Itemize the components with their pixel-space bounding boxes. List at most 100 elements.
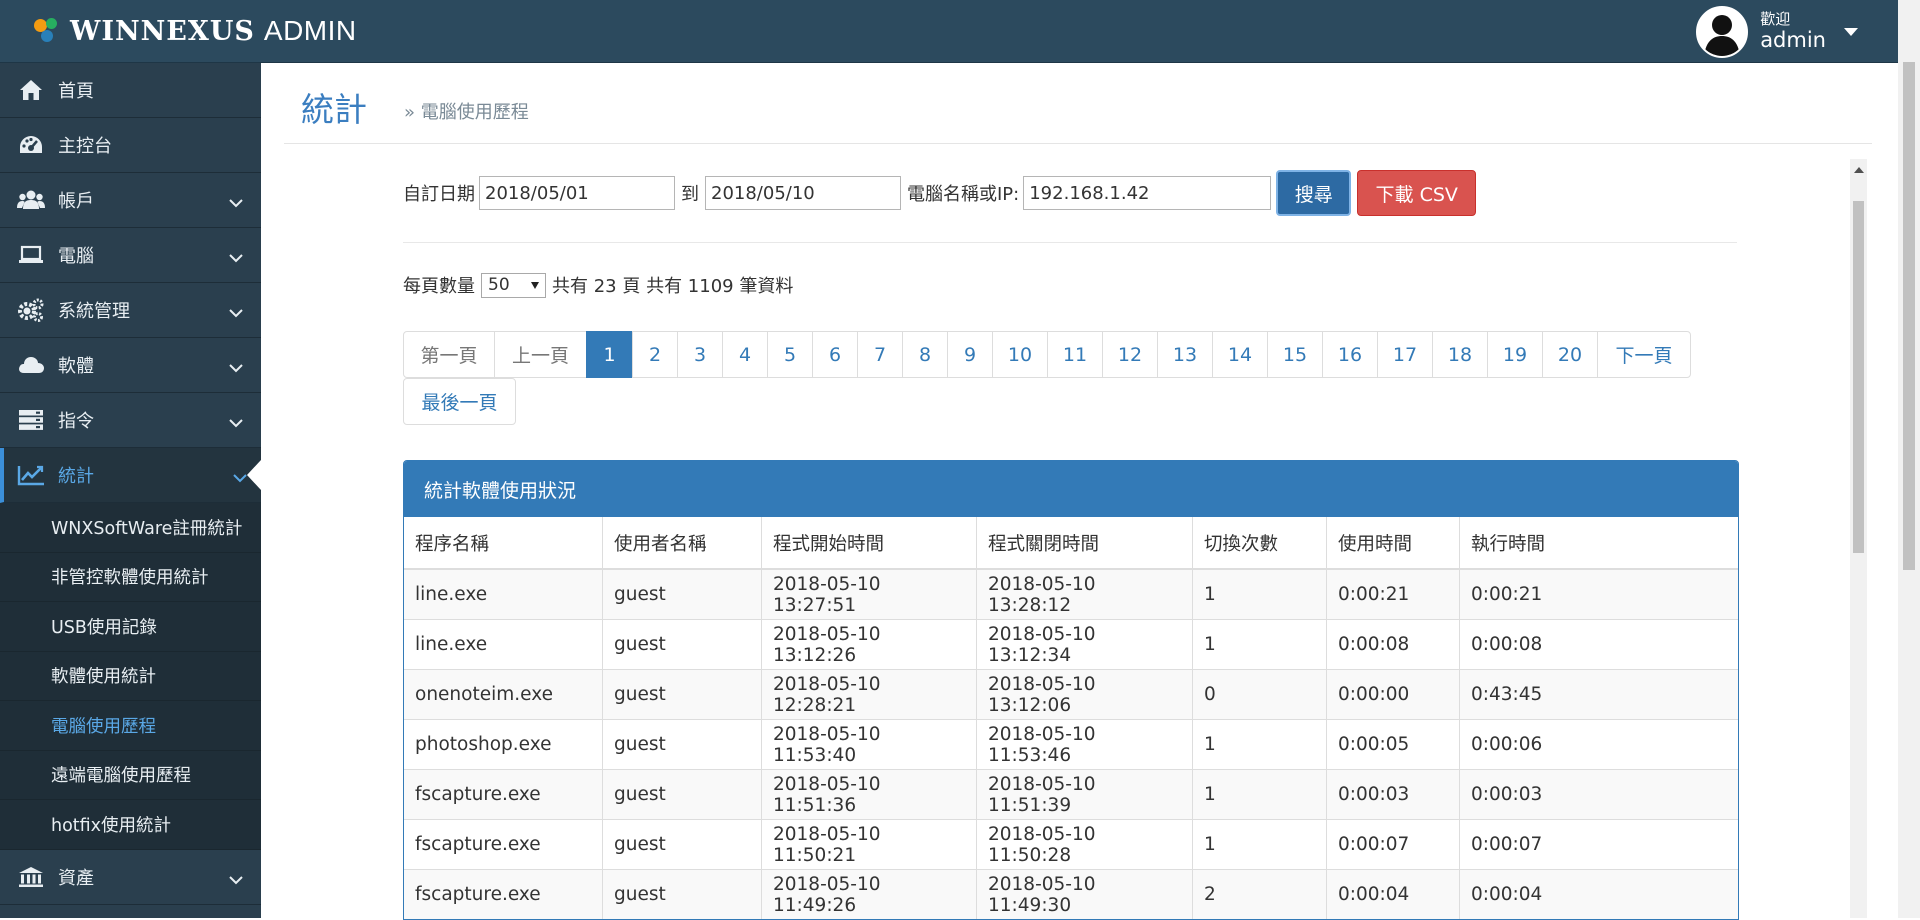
user-menu-caret-icon[interactable] <box>1844 27 1858 36</box>
table-cell: 1 <box>1192 769 1327 820</box>
next-page-link[interactable]: 下一頁 <box>1597 331 1691 378</box>
table-cell: 0:00:03 <box>1326 769 1460 820</box>
submenu-item-current[interactable]: 電腦使用歷程 <box>0 701 261 751</box>
user-menu[interactable]: 歡迎 admin <box>1696 3 1858 60</box>
table-row: fscapture.exe guest 2018-05-10 11:50:21 … <box>404 819 1738 870</box>
table-cell: 0:00:04 <box>1459 869 1738 919</box>
dashboard-icon <box>16 132 46 158</box>
table-cell: fscapture.exe <box>404 869 603 919</box>
pc-input[interactable]: 192.168.1.42 <box>1023 176 1272 210</box>
prev-page-link[interactable]: 上一頁 <box>494 331 587 378</box>
date-from-input[interactable]: 2018/05/01 <box>479 176 675 210</box>
sidebar-item-software[interactable]: 軟體 <box>0 338 261 393</box>
sidebar-item-system[interactable]: 系統管理 <box>0 283 261 338</box>
submenu-item[interactable]: 遠端電腦使用歷程 <box>0 751 261 800</box>
table-cell: 0:00:00 <box>1326 669 1460 720</box>
page-link[interactable]: 20 <box>1542 331 1598 378</box>
scrollbar-thumb[interactable] <box>1853 201 1864 553</box>
filter-form: 自訂日期 2018/05/01 到 2018/05/10 電腦名稱或IP: 19… <box>403 170 1477 216</box>
sidebar-item-label: 指令 <box>58 411 94 432</box>
submenu-item[interactable]: 非管控軟體使用統計 <box>0 553 261 602</box>
page-link[interactable]: 17 <box>1377 331 1433 378</box>
table-cell: guest <box>602 619 762 670</box>
submenu-item[interactable]: 軟體使用統計 <box>0 652 261 701</box>
column-header[interactable]: 程式關閉時間 <box>976 517 1193 570</box>
first-page-link[interactable]: 第一頁 <box>403 331 495 378</box>
column-header[interactable]: 切換次數 <box>1192 517 1327 570</box>
panel-scrollbar[interactable] <box>1850 159 1867 918</box>
page-link[interactable]: 2 <box>632 331 678 378</box>
welcome-text: 歡迎 <box>1760 10 1791 28</box>
sidebar-item-commands[interactable]: 指令 <box>0 393 261 448</box>
laptop-icon <box>16 242 46 268</box>
sidebar-item-label: 帳戶 <box>58 191 94 212</box>
date-to-input[interactable]: 2018/05/10 <box>705 176 901 210</box>
table-cell: 0:00:08 <box>1326 619 1460 670</box>
submenu-item[interactable]: USB使用記錄 <box>0 602 261 652</box>
page-link[interactable]: 12 <box>1102 331 1158 378</box>
usage-table: 程序名稱 使用者名稱 程式開始時間 程式關閉時間 切換次數 使用時間 執行時間 … <box>404 517 1738 919</box>
pagination: 第一頁 上一頁 1 2 3 4 5 6 7 8 9 10 11 12 13 14… <box>403 331 1743 425</box>
page-link[interactable]: 15 <box>1267 331 1323 378</box>
page-header: 統計 » 電腦使用歷程 <box>284 63 1872 144</box>
table-cell: 2018-05-10 11:53:46 <box>976 719 1193 770</box>
page-link[interactable]: 5 <box>767 331 813 378</box>
sidebar-item-computers[interactable]: 電腦 <box>0 228 261 283</box>
sidebar-item-label: 資產 <box>58 867 94 889</box>
username-text: admin <box>1760 28 1826 52</box>
to-label: 到 <box>681 184 699 205</box>
column-header[interactable]: 程式開始時間 <box>761 517 977 570</box>
page-link[interactable]: 7 <box>857 331 903 378</box>
sidebar-item-assets[interactable]: 資產 <box>0 850 261 905</box>
table-cell: line.exe <box>404 619 603 670</box>
table-cell: 2018-05-10 13:28:12 <box>976 568 1193 620</box>
usage-table-panel: 統計軟體使用狀況 程序名稱 使用者名稱 程式開始時間 程式關閉時間 切換次數 使… <box>403 460 1739 920</box>
page-link[interactable]: 9 <box>947 331 993 378</box>
page-link[interactable]: 8 <box>902 331 948 378</box>
page-link[interactable]: 14 <box>1212 331 1268 378</box>
sidebar-item-label: 主控台 <box>58 136 112 157</box>
page-link[interactable]: 16 <box>1322 331 1378 378</box>
submenu-item[interactable]: WNXSoftWare註冊統計 <box>0 503 261 553</box>
page-scrollbar[interactable] <box>1898 0 1920 918</box>
chevron-down-icon <box>229 357 243 378</box>
page-link[interactable]: 13 <box>1157 331 1213 378</box>
page-link[interactable]: 11 <box>1047 331 1103 378</box>
sidebar-item-accounts[interactable]: 帳戶 <box>0 173 261 228</box>
page-link[interactable]: 18 <box>1432 331 1488 378</box>
table-cell: 2018-05-10 11:50:28 <box>976 819 1193 870</box>
page-link-active[interactable]: 1 <box>586 331 633 378</box>
pc-label: 電腦名稱或IP: <box>907 184 1020 205</box>
column-header[interactable]: 使用者名稱 <box>602 517 762 570</box>
sidebar-item-label: 統計 <box>58 466 94 487</box>
page-link[interactable]: 10 <box>992 331 1048 378</box>
page-link[interactable]: 4 <box>722 331 768 378</box>
table-cell: 1 <box>1192 568 1327 620</box>
chevron-down-icon <box>229 869 243 890</box>
sidebar-item-dashboard[interactable]: 主控台 <box>0 118 261 173</box>
chevron-down-icon <box>229 302 243 323</box>
page-link[interactable]: 19 <box>1487 331 1543 378</box>
avatar[interactable] <box>1696 5 1749 58</box>
submenu-item[interactable]: hotfix使用統計 <box>0 800 261 850</box>
table-cell: guest <box>602 769 762 820</box>
search-button[interactable]: 搜尋 <box>1276 170 1352 216</box>
column-header[interactable]: 使用時間 <box>1326 517 1460 570</box>
page-link[interactable]: 3 <box>677 331 723 378</box>
table-cell: 2018-05-10 11:50:21 <box>761 819 977 870</box>
sidebar-item-home[interactable]: 首頁 <box>0 63 261 118</box>
sidebar-item-label: 系統管理 <box>58 301 130 322</box>
last-page-link[interactable]: 最後一頁 <box>403 378 516 425</box>
scroll-up-arrow-icon[interactable] <box>1854 167 1864 173</box>
app-logo[interactable]: WINNEXUS ADMIN <box>32 14 357 48</box>
download-csv-button[interactable]: 下載 CSV <box>1357 170 1477 216</box>
per-page-select[interactable]: 50 <box>481 272 546 298</box>
column-header[interactable]: 程序名稱 <box>404 517 603 570</box>
table-cell: guest <box>602 869 762 919</box>
page-scrollbar-thumb[interactable] <box>1903 62 1915 570</box>
column-header[interactable]: 執行時間 <box>1459 517 1738 570</box>
page-link[interactable]: 6 <box>812 331 858 378</box>
server-icon <box>16 407 46 433</box>
sidebar-item-statistics[interactable]: 統計 <box>0 448 261 503</box>
chevron-down-icon <box>233 467 247 488</box>
